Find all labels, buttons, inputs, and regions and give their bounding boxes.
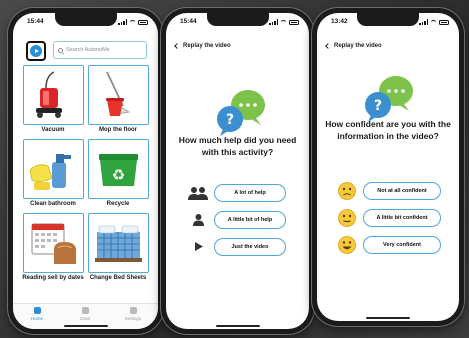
wifi-icon [430,19,437,25]
worried-face-icon [338,182,356,200]
home-icon [33,307,41,314]
option-just-the-video-button[interactable]: Just the video [214,238,286,256]
tile-recycle[interactable]: ♻ [88,139,149,199]
option-a-lot-of-help-button[interactable]: A lot of help [214,184,286,202]
battery-icon [439,19,449,25]
option-a-little-bit-of-help-button[interactable]: A little bit of help [214,211,286,229]
play-logo-icon [30,45,42,57]
bed-icon [95,225,142,262]
recycle-bin-icon: ♻ [99,154,138,186]
wifi-icon [129,19,136,25]
calendar-bread-icon [31,223,76,264]
phone-confidence-question: 13:42 Replay the video ? How confident a… [312,8,464,326]
home-screen: 15:44 Search AutonoMe Vacuum Mop the flo… [13,13,158,329]
svg-text:♻: ♻ [112,166,125,184]
chevron-left-icon [174,43,180,49]
tile-label-mop-the-floor: Mop the floor [99,127,137,133]
neutral-face-icon [338,209,356,227]
notch [357,13,419,26]
tile-label-recycle: Recycle [106,201,130,207]
status-time: 15:44 [180,18,197,25]
notch [54,13,117,26]
chevron-left-icon [325,43,331,49]
wifi-icon [280,19,287,25]
replay-video-label: Replay the video [183,43,231,49]
status-time: 15:44 [27,18,44,25]
vacuum-icon [36,71,62,118]
tile-reading-sell-by-dates[interactable] [23,213,84,273]
tab-home-label: Home [30,316,43,321]
tile-clean-bathroom[interactable] [23,139,84,199]
notch [206,13,269,26]
speech-bubbles-icon: ? [217,90,265,136]
tile-change-bed-sheets[interactable] [88,213,149,273]
option-not-at-all-confident-button[interactable]: Not at all confident [363,182,441,200]
svg-text:?: ? [226,112,234,128]
signal-icon [419,19,428,25]
confidence-screen: 13:42 Replay the video ? How confident a… [317,13,459,321]
phone-help-question: 15:44 Replay the video ? How much help d… [161,8,314,334]
home-indicator [215,325,260,327]
search-icon [58,47,63,53]
battery-icon [289,19,299,25]
option-very-confident-button[interactable]: Very confident [363,236,441,254]
tab-settings[interactable]: Settings [113,307,153,321]
tile-label-reading-sell-by-dates: Reading sell by dates [22,275,84,281]
replay-video-label: Replay the video [334,43,382,49]
tile-vacuum[interactable] [23,65,84,125]
option-a-little-bit-confident-button[interactable]: A little bit confident [363,209,441,227]
gear-icon [129,307,137,314]
search-input[interactable]: Search AutonoMe [53,41,147,59]
search-placeholder: Search AutonoMe [66,47,110,53]
tab-home[interactable]: Home [17,307,57,321]
tile-mop-the-floor[interactable] [88,65,149,125]
question-text: How much help did you need with this act… [178,135,297,157]
person-icon [193,214,204,226]
home-indicator [366,317,410,319]
two-people-icon [188,187,208,200]
happy-face-icon [338,236,356,254]
signal-icon [118,19,127,25]
tab-settings-label: Settings [124,316,142,321]
signal-icon [269,19,278,25]
mop-bucket-icon [106,71,131,116]
svg-text:?: ? [374,98,382,114]
status-time: 13:42 [331,18,348,25]
play-icon [195,242,203,251]
autonome-home-button[interactable] [26,41,46,61]
replay-video-button[interactable]: Replay the video [325,43,382,49]
phone-home: 15:44 Search AutonoMe Vacuum Mop the flo… [8,8,163,334]
battery-icon [138,19,148,25]
speech-bubbles-icon: ? [365,76,413,122]
replay-video-button[interactable]: Replay the video [174,43,231,49]
help-screen: 15:44 Replay the video ? How much help d… [166,13,309,329]
question-text: How confident are you with the informati… [325,119,451,141]
tile-label-vacuum: Vacuum [41,127,65,133]
tile-label-clean-bathroom: Clean bathroom [30,201,76,207]
tile-label-change-bed-sheets: Change Bed Sheets [89,275,147,281]
cleaning-supplies-icon [29,154,71,190]
tab-scan[interactable]: Scan [65,307,105,321]
scan-icon [81,307,89,314]
home-indicator [63,325,108,327]
tab-scan-label: Scan [79,316,91,321]
